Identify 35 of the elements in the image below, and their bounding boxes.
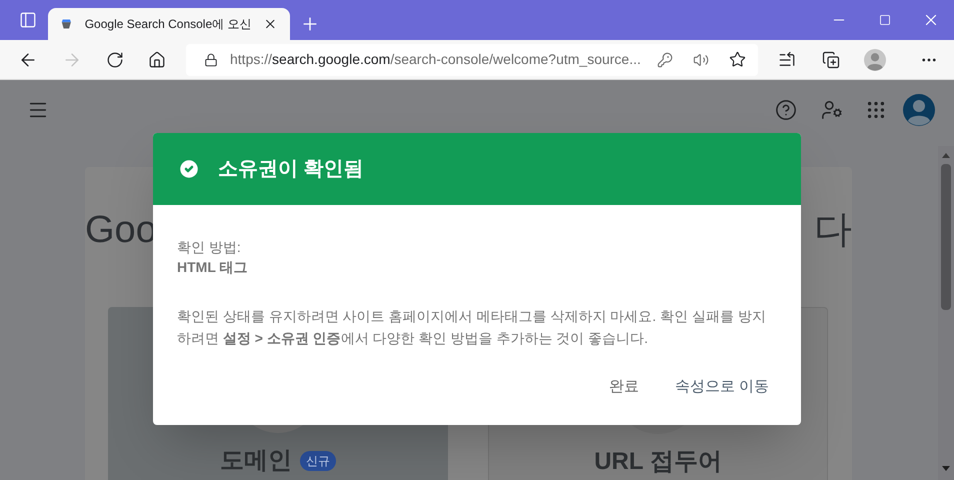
scrollbar-thumb[interactable] [941, 164, 951, 310]
method-label: 확인 방법: [177, 238, 242, 257]
account-avatar[interactable] [903, 94, 935, 126]
key-icon[interactable] [657, 52, 673, 68]
scroll-down-icon[interactable] [942, 466, 950, 472]
profile-avatar[interactable] [864, 48, 886, 70]
url-text: https://search.google.com/search-console/welcome?utm_source... [230, 50, 641, 69]
dialog-title: 소유권이 확인됨 [218, 157, 364, 182]
help-icon[interactable] [775, 99, 797, 121]
scrollbar[interactable] [938, 146, 954, 480]
card-title: 도메인 [220, 446, 292, 476]
maximize-icon[interactable] [879, 14, 891, 26]
go-to-property-button[interactable]: 속성으로 이동 [662, 369, 781, 405]
user-settings-icon[interactable] [821, 99, 843, 121]
tab-actions-icon[interactable] [19, 11, 37, 29]
card-title: URL 접두어 [594, 447, 722, 477]
site-icon [60, 17, 73, 31]
favorites-icon[interactable] [778, 50, 796, 68]
new-badge: 신규 [300, 451, 336, 471]
page-heading: 다 [814, 211, 852, 249]
browser-tab[interactable]: Google Search Console에 오신 [48, 8, 290, 40]
scroll-up-icon[interactable] [942, 152, 950, 158]
lock-icon [204, 52, 218, 66]
collections-icon[interactable] [822, 50, 840, 68]
method-value: HTML 태그 [177, 258, 249, 277]
dialog-message: 확인된 상태를 유지하려면 사이트 홈페이지에서 메타태그를 삭제하지 마세요. 확인 실패를 방지하려면 설정 > 소유권 인증에서 다양한 확인 방법을 추가하는 것이 좋습니다. [177, 307, 767, 348]
speaker-icon[interactable] [693, 52, 709, 68]
home-icon[interactable] [148, 50, 166, 68]
tab-title: Google Search Console에 오신 [84, 16, 252, 33]
check-icon [177, 157, 201, 181]
reload-icon[interactable] [106, 50, 124, 68]
address-bar[interactable]: https://search.google.com/search-console/welcome?utm_source... [186, 44, 758, 76]
apps-icon[interactable] [865, 99, 887, 121]
done-button[interactable]: 완료 [596, 369, 651, 405]
page-heading: Goo [85, 211, 157, 249]
